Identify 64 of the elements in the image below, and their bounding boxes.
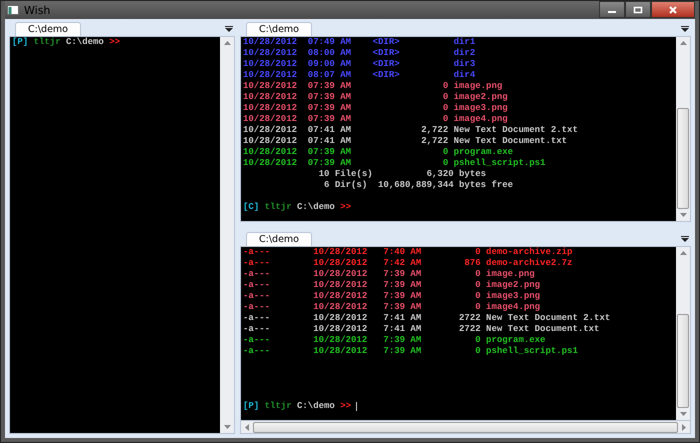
console-line: -a--- 10/28/2012 7:39 AM 0 program.exe bbox=[243, 335, 546, 346]
prompt-arrow: >> bbox=[340, 202, 352, 213]
prompt-arrow: >> bbox=[340, 401, 352, 412]
vertical-scrollbar[interactable] bbox=[676, 37, 690, 221]
scroll-down-icon[interactable] bbox=[680, 412, 686, 416]
tab[interactable]: C:\demo bbox=[246, 22, 312, 36]
scroll-up-icon[interactable] bbox=[680, 251, 686, 255]
console-line: -a--- 10/28/2012 7:39 AM 0 image2.png bbox=[243, 280, 542, 291]
window-icon bbox=[7, 5, 19, 15]
prompt-user: tltjr bbox=[264, 202, 292, 213]
tab[interactable]: C:\demo bbox=[15, 22, 81, 36]
console-line: 10/28/2012 07:39 AM 0 program.exe bbox=[243, 147, 514, 158]
scroll-left-icon[interactable] bbox=[245, 424, 249, 430]
prompt-tag: [P] bbox=[12, 37, 28, 48]
scrollbar-thumb[interactable] bbox=[677, 314, 689, 408]
scroll-down-icon[interactable] bbox=[680, 213, 686, 217]
scroll-up-icon[interactable] bbox=[680, 41, 686, 45]
prompt-path: C:\demo bbox=[297, 202, 335, 213]
close-button[interactable] bbox=[651, 1, 695, 18]
prompt-user: tltjr bbox=[264, 401, 292, 412]
console-line: 10/28/2012 08:00 AM <DIR> dir2 bbox=[243, 48, 476, 59]
prompt-arrow: >> bbox=[109, 37, 120, 48]
console-line: 10/28/2012 08:07 AM <DIR> dir4 bbox=[243, 70, 476, 81]
console-line: 10/28/2012 09:00 AM <DIR> dir3 bbox=[243, 59, 476, 70]
scrollbar-thumb[interactable] bbox=[677, 108, 689, 209]
maximize-icon bbox=[633, 6, 643, 14]
console-line: 6 Dir(s) 10,680,889,344 bytes free bbox=[323, 180, 514, 191]
console-line: -a--- 10/28/2012 7:42 AM 876 demo-archive2.7z bbox=[243, 258, 574, 269]
scrollbar-thumb[interactable] bbox=[253, 422, 678, 432]
window-title: Wish bbox=[24, 4, 50, 16]
console-line: 10/28/2012 07:41 AM 2,722 New Text Document 2.txt bbox=[243, 125, 579, 136]
maximize-button[interactable] bbox=[625, 1, 651, 18]
console-line: -a--- 10/28/2012 7:39 AM 0 pshell_script.ps1 bbox=[243, 346, 579, 357]
prompt-user: tltjr bbox=[34, 37, 61, 48]
console-line: -a--- 10/28/2012 7:41 AM 2722 New Text Document 2.txt bbox=[243, 313, 612, 324]
prompt-path: C:\demo bbox=[297, 401, 335, 412]
console-line: -a--- 10/28/2012 7:40 AM 0 demo-archive.zip bbox=[243, 247, 574, 258]
console-line: -a--- 10/28/2012 7:39 AM 0 image4.png bbox=[243, 302, 542, 313]
minimize-button[interactable] bbox=[599, 1, 625, 18]
tab-menu-arrow-icon[interactable] bbox=[225, 26, 233, 32]
console-line: 10 File(s) 6,320 bytes bbox=[318, 169, 488, 180]
horizontal-scrollbar[interactable] bbox=[240, 421, 691, 434]
console-line: 10/28/2012 07:39 AM 0 image3.png bbox=[243, 103, 509, 114]
console-line: 10/28/2012 07:39 AM 0 pshell_script.ps1 bbox=[243, 158, 546, 169]
vertical-scrollbar[interactable] bbox=[220, 37, 234, 433]
scroll-down-icon[interactable] bbox=[224, 425, 230, 429]
console-line: 10/28/2012 07:39 AM 0 image.png bbox=[243, 81, 504, 92]
console-line: -a--- 10/28/2012 7:39 AM 0 image.png bbox=[243, 269, 536, 280]
tab-menu-arrow-icon[interactable] bbox=[681, 236, 689, 242]
console-line: 10/28/2012 07:41 AM 2,722 New Text Document.txt bbox=[243, 136, 568, 147]
scroll-up-icon[interactable] bbox=[224, 41, 230, 45]
tab[interactable]: C:\demo bbox=[246, 232, 312, 246]
scroll-right-icon[interactable] bbox=[682, 424, 686, 430]
prompt-tag: [P] bbox=[243, 401, 260, 412]
console-line: 10/28/2012 07:39 AM 0 image4.png bbox=[243, 114, 509, 125]
console-line: -a--- 10/28/2012 7:39 AM 0 image3.png bbox=[243, 291, 542, 302]
tab-menu-arrow-icon[interactable] bbox=[681, 26, 689, 32]
console-line: -a--- 10/28/2012 7:41 AM 2722 New Text Document.txt bbox=[243, 324, 600, 335]
vertical-scrollbar[interactable] bbox=[676, 247, 690, 420]
prompt-path: C:\demo bbox=[66, 37, 104, 48]
console-line: 10/28/2012 07:39 AM 0 image2.png bbox=[243, 92, 509, 103]
close-icon bbox=[668, 6, 678, 14]
prompt-tag: [C] bbox=[243, 202, 260, 213]
console-line: 10/28/2012 07:49 AM <DIR> dir1 bbox=[243, 37, 476, 48]
